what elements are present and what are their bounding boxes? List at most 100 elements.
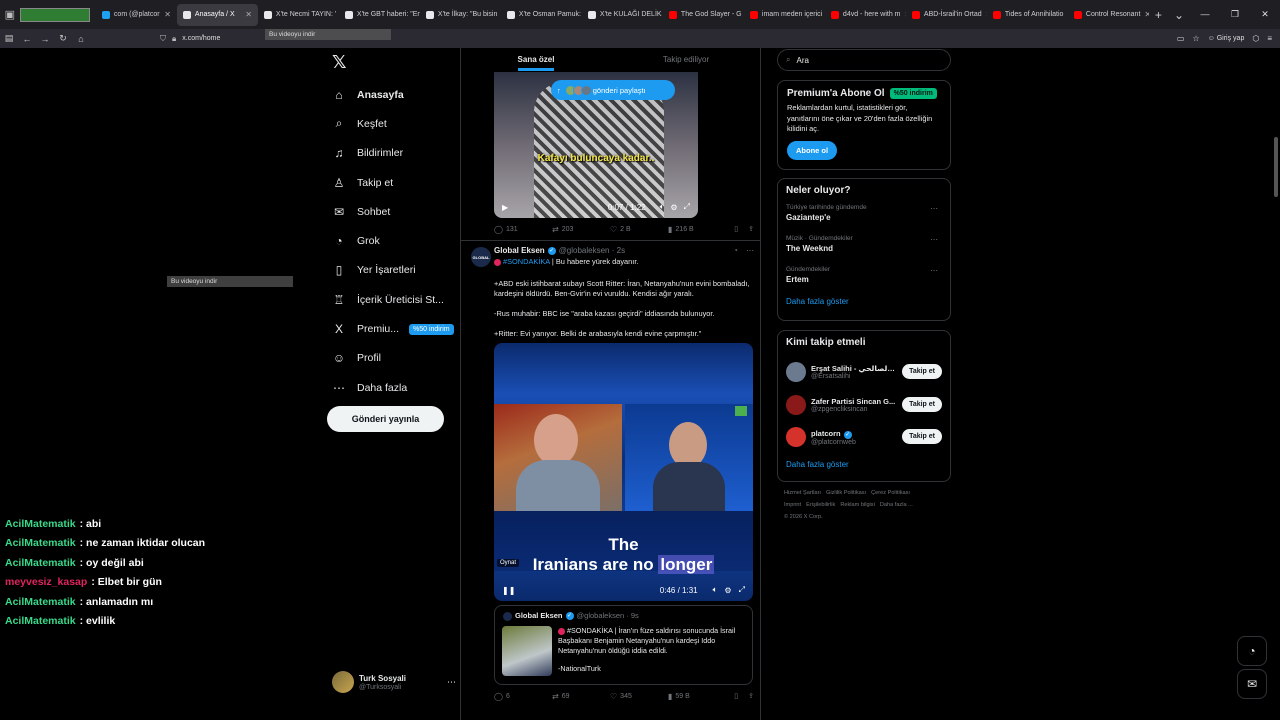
post-button[interactable]: Gönderi yayınla <box>327 406 444 432</box>
footer-link[interactable]: Daha fazla ... <box>880 502 913 508</box>
footer-link[interactable]: Çerez Politikası <box>871 490 910 496</box>
author-name[interactable]: Global Eksen <box>494 246 545 255</box>
sidebar-item-x-premium[interactable]: X Premiu... %50 indirim <box>332 314 462 343</box>
close-tab-icon[interactable]: ✕ <box>160 10 171 19</box>
tab-following[interactable]: Takip ediliyor <box>611 48 760 72</box>
x-logo-icon[interactable]: 𝕏 <box>332 52 347 73</box>
volume-icon[interactable]: 🔈︎ <box>660 202 665 212</box>
browser-tab[interactable]: X'te KULAĞI DELİK✕ <box>582 4 663 26</box>
bookmark-star-icon[interactable]: ☆ <box>1192 34 1199 43</box>
back-button[interactable]: ← <box>18 34 36 44</box>
browser-tab[interactable]: Control Resonant ✕ <box>1068 4 1149 26</box>
reader-icon[interactable]: ▭ <box>1177 34 1185 43</box>
tab-list-icon[interactable]: ⌄ <box>1168 8 1190 22</box>
footer-link[interactable]: Hizmet Şartları <box>784 490 821 496</box>
follow-button[interactable]: Takip et <box>902 429 942 444</box>
browser-tab[interactable]: d4vd - here with m✕ <box>825 4 906 26</box>
show-more-link[interactable]: Daha fazla göster <box>786 460 942 469</box>
settings-icon[interactable]: ⚙ <box>670 203 677 212</box>
more-icon[interactable]: ⋯ <box>746 246 754 255</box>
footer-link[interactable]: Gizlilik Politikası <box>826 490 866 496</box>
follow-suggestion[interactable]: Zafer Partisi Sincan G... @zpgencliksinca… <box>786 389 942 422</box>
browser-tab[interactable]: X'te Necmi TAYIN: '✕ <box>258 4 339 26</box>
new-tab-button[interactable]: + <box>1149 8 1168 22</box>
minimize-button[interactable]: — <box>1190 9 1220 20</box>
sidebar-item-more[interactable]: ⋯ Daha fazla <box>332 373 462 402</box>
share-icon[interactable]: ⇪ <box>748 225 754 233</box>
account-switcher[interactable]: Turk Sosyali @Turksosyali ⋯ <box>332 669 456 695</box>
trend-item[interactable]: Türkiye tarihinde gündemde Gaziantep'e ⋯ <box>786 204 942 235</box>
repost-button[interactable]: ⇄ 69 <box>552 692 610 701</box>
browser-tab[interactable]: X'te GBT haberi: "En✕ <box>339 4 420 26</box>
more-icon[interactable]: ⋯ <box>930 235 938 244</box>
sidebar-item-profile[interactable]: ☺ Profil <box>332 344 462 373</box>
window-menu-icon[interactable]: ▣ <box>0 0 20 29</box>
search-input[interactable]: ⌕ Ara <box>777 49 951 71</box>
footer-link[interactable]: © 2026 X Corp. <box>784 514 823 520</box>
show-more-link[interactable]: Daha fazla göster <box>786 297 942 306</box>
more-icon[interactable]: ⋯ <box>447 677 456 688</box>
browser-tab[interactable]: Tides of Annihilatio✕ <box>987 4 1068 26</box>
sidebar-toggle-icon[interactable]: ▤ <box>0 33 18 44</box>
reply-button[interactable]: ◯ 6 <box>494 692 552 701</box>
bookmark-icon[interactable]: ▯ <box>734 692 738 700</box>
close-tab-icon[interactable]: ✕ <box>241 10 252 19</box>
volume-icon[interactable]: 🔈︎ <box>713 585 718 595</box>
tab-for-you[interactable]: Sana özel <box>461 48 611 72</box>
footer-link[interactable]: Imprint <box>784 502 801 508</box>
views-button[interactable]: ▮ 59 B <box>668 692 720 701</box>
pause-icon[interactable]: ❚❚ <box>502 586 515 595</box>
follow-button[interactable]: Takip et <box>902 396 942 412</box>
footer-link[interactable]: Erişilebilirlik <box>806 502 835 508</box>
footer-link[interactable]: Reklam bilgisi <box>840 502 875 508</box>
browser-tab[interactable]: com (@platcor ✕ <box>96 4 177 26</box>
messages-fab-icon[interactable]: ✉ <box>1237 669 1267 699</box>
trend-item[interactable]: Müzik · Gündemdekiler The Weeknd ⋯ <box>786 235 942 266</box>
follow-suggestion[interactable]: Erşat Salihi - الصالحي ...@Ersatsalihi Ta… <box>786 356 942 389</box>
follow-button[interactable]: Takip et <box>902 364 942 379</box>
more-icon[interactable]: ⋯ <box>930 266 938 275</box>
hashtag[interactable]: #SONDAKİKA <box>503 257 550 266</box>
sidebar-item-mail[interactable]: ✉ Sohbet <box>332 197 462 226</box>
sidebar-item-home[interactable]: ⌂ Anasayfa <box>332 80 462 109</box>
browser-tab[interactable]: imam meden içerici✕ <box>744 4 825 26</box>
sidebar-item-bookmark[interactable]: ▯ Yer İşaretleri <box>332 256 462 285</box>
extensions-icon[interactable]: ⬡ <box>1252 34 1259 43</box>
trend-item[interactable]: Gündemdekiler Ertem ⋯ <box>786 266 942 297</box>
more-icon[interactable]: ⋯ <box>930 204 938 213</box>
like-button[interactable]: ♡ 345 <box>610 692 668 701</box>
bookmark-icon[interactable]: ▯ <box>734 225 738 233</box>
video-player[interactable]: The Iranians are no longer Oynat ❚❚ 0:46… <box>494 343 753 601</box>
signin-button[interactable]: ☺ Giriş yap <box>1208 35 1245 42</box>
avatar[interactable]: GLOBAL <box>471 247 491 267</box>
home-button[interactable]: ⌂ <box>72 34 90 44</box>
share-icon[interactable]: ⇪ <box>748 692 754 700</box>
close-window-button[interactable]: ✕ <box>1250 9 1280 20</box>
scrollbar[interactable] <box>1274 137 1278 197</box>
like-button[interactable]: ♡ 2 B <box>610 225 668 234</box>
new-posts-pill[interactable]: ↑ gönderi paylaştı <box>551 80 675 100</box>
sidebar-item-creator[interactable]: ♖ İçerik Üreticisi St... <box>332 285 462 314</box>
grok-icon[interactable]: ◔ <box>733 246 738 255</box>
forward-button[interactable]: → <box>36 34 54 44</box>
reload-button[interactable]: ↻ <box>54 33 72 44</box>
views-button[interactable]: ▮ 216 B <box>668 225 720 234</box>
menu-icon[interactable]: ≡ <box>1267 34 1272 43</box>
download-video-hint[interactable]: Bu videoyu indir <box>167 276 293 287</box>
browser-tab[interactable]: Anasayfa / X ✕ <box>176 3 258 26</box>
reply-button[interactable]: ◯ 131 <box>494 225 552 234</box>
browser-tab[interactable]: X'te Osman Pamuk:✕ <box>501 4 582 26</box>
browser-tab[interactable]: The God Slayer - G✕ <box>663 4 744 26</box>
sidebar-item-follow[interactable]: ♙ Takip et <box>332 168 462 197</box>
settings-icon[interactable]: ⚙ <box>724 586 731 595</box>
browser-tab[interactable]: ABD-İsrail'in Ortad✕ <box>906 4 987 26</box>
fullscreen-icon[interactable]: ⤢ <box>739 585 745 595</box>
repost-button[interactable]: ⇄ 203 <box>552 225 610 234</box>
sidebar-item-bell[interactable]: ♫ Bildirimler <box>332 139 462 168</box>
browser-tab[interactable]: X'te İlkay: "Bu bisin✕ <box>420 4 501 26</box>
sidebar-item-search[interactable]: ⌕ Keşfet <box>332 109 462 138</box>
fullscreen-icon[interactable]: ⤢ <box>684 202 690 212</box>
play-icon[interactable]: ▶ <box>502 203 508 212</box>
quoted-post[interactable]: Global Eksen ✓ @globaleksen · 9s #SONDAK… <box>494 605 753 685</box>
subscribe-button[interactable]: Abone ol <box>787 140 838 160</box>
